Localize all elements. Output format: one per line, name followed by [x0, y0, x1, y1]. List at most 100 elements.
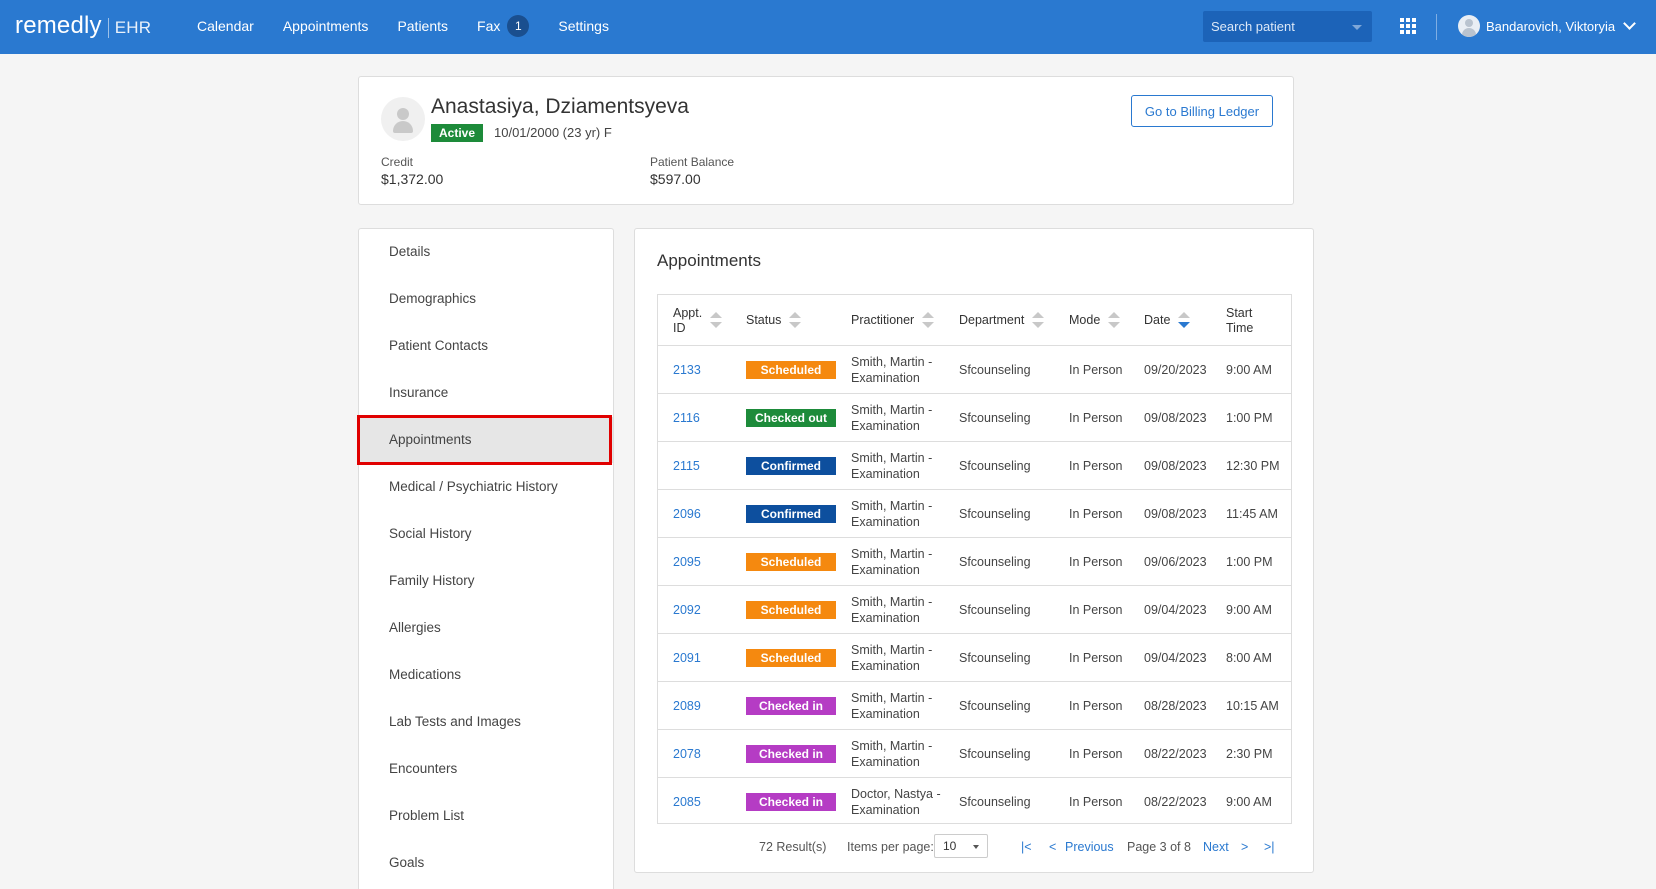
practitioner-cell: Smith, Martin - Examination	[851, 634, 932, 682]
department-cell: Sfcounseling	[959, 411, 1031, 425]
col-practitioner[interactable]: Practitioner	[851, 295, 935, 346]
appt-id-link[interactable]: 2078	[673, 730, 701, 778]
appt-id-link[interactable]: 2089	[673, 682, 701, 730]
patient-side-menu: Details Demographics Patient Contacts In…	[358, 228, 614, 889]
side-item-patient-contacts[interactable]: Patient Contacts	[359, 323, 613, 369]
first-page-button[interactable]: |<	[1021, 840, 1032, 854]
table-row[interactable]: 2089 Checked in Smith, Martin - Examination…	[658, 682, 1291, 730]
appt-id-link[interactable]: 2085	[673, 778, 701, 826]
col-appt-id-line2: ID	[673, 320, 686, 335]
nav-appointments[interactable]: Appointments	[283, 18, 369, 34]
start-time-cell: 12:30 PM	[1226, 459, 1280, 473]
side-item-demographics[interactable]: Demographics	[359, 276, 613, 322]
items-per-page-select[interactable]: 10	[934, 834, 988, 858]
col-date-label: Date	[1144, 313, 1171, 327]
practitioner-cell: Smith, Martin - Examination	[851, 442, 932, 490]
search-patient-input[interactable]: Search patient	[1203, 11, 1372, 42]
table-row[interactable]: 2116 Checked out Smith, Martin - Examinatio…	[658, 394, 1291, 442]
date-cell: 08/22/2023	[1144, 747, 1207, 761]
practitioner-name: Smith, Martin -	[851, 403, 933, 417]
practitioner-service: Examination	[851, 659, 920, 673]
credit-value: $1,372.00	[381, 171, 444, 187]
practitioner-service: Examination	[851, 371, 920, 385]
side-item-lab-tests-and-images[interactable]: Lab Tests and Images	[359, 699, 613, 745]
next-arrow-icon[interactable]: >	[1241, 840, 1248, 854]
status-cell: Confirmed	[746, 442, 836, 490]
previous-arrow-icon[interactable]: <	[1049, 840, 1056, 854]
nav-fax[interactable]: Fax 1	[477, 15, 530, 37]
col-appt-id[interactable]: Appt. ID	[673, 295, 723, 346]
table-row[interactable]: 2078 Checked in Smith, Martin - Examination…	[658, 730, 1291, 778]
side-item-medical-psychiatric-history[interactable]: Medical / Psychiatric History	[359, 464, 613, 510]
date-cell: 08/22/2023	[1144, 795, 1207, 809]
appt-id-link[interactable]: 2091	[673, 634, 701, 682]
table-row[interactable]: 2092 Scheduled Smith, Martin - Examination S…	[658, 586, 1291, 634]
table-row[interactable]: 2091 Scheduled Smith, Martin - Examination S…	[658, 634, 1291, 682]
sort-icon	[710, 311, 723, 330]
practitioner-service: Examination	[851, 563, 920, 577]
side-item-insurance[interactable]: Insurance	[359, 370, 613, 416]
side-item-family-history[interactable]: Family History	[359, 558, 613, 604]
appt-id-link[interactable]: 2116	[673, 394, 700, 442]
date-cell: 09/04/2023	[1144, 603, 1207, 617]
start-time-cell: 1:00 PM	[1226, 555, 1273, 569]
side-item-social-history[interactable]: Social History	[359, 511, 613, 557]
chevron-down-icon	[1623, 17, 1636, 30]
side-item-details[interactable]: Details	[359, 229, 613, 275]
side-item-goals[interactable]: Goals	[359, 840, 613, 886]
mode-cell: In Person	[1069, 363, 1123, 377]
col-status-label: Status	[746, 313, 782, 327]
appt-id-link[interactable]: 2092	[673, 586, 701, 634]
col-date[interactable]: Date	[1144, 295, 1191, 346]
start-time-cell: 9:00 AM	[1226, 363, 1272, 377]
status-badge: Checked in	[746, 697, 836, 715]
appt-id-link[interactable]: 2115	[673, 442, 700, 490]
side-item-medications[interactable]: Medications	[359, 652, 613, 698]
practitioner-cell: Smith, Martin - Examination	[851, 490, 932, 538]
user-name: Bandarovich, Viktoryia	[1486, 18, 1616, 34]
last-page-button[interactable]: >|	[1264, 840, 1275, 854]
next-page-button[interactable]: Next	[1203, 840, 1229, 854]
table-row[interactable]: 2133 Scheduled Smith, Martin - Examination S…	[658, 346, 1291, 394]
practitioner-service: Examination	[851, 803, 920, 817]
col-department[interactable]: Department	[959, 295, 1045, 346]
department-cell: Sfcounseling	[959, 603, 1031, 617]
apps-grid-icon[interactable]	[1400, 18, 1416, 34]
side-item-encounters[interactable]: Encounters	[359, 746, 613, 792]
start-time-cell: 11:45 AM	[1226, 507, 1278, 521]
go-to-billing-ledger-button[interactable]: Go to Billing Ledger	[1131, 95, 1273, 127]
appt-id-link[interactable]: 2095	[673, 538, 701, 586]
mode-cell: In Person	[1069, 699, 1123, 713]
select-caret-icon	[973, 845, 979, 849]
side-item-allergies[interactable]: Allergies	[359, 605, 613, 651]
col-mode[interactable]: Mode	[1069, 295, 1121, 346]
search-dropdown-caret-icon	[1352, 25, 1362, 30]
department-cell: Sfcounseling	[959, 363, 1031, 377]
nav-settings[interactable]: Settings	[558, 18, 609, 34]
practitioner-name: Smith, Martin -	[851, 355, 933, 369]
sort-icon	[789, 311, 802, 330]
appt-id-link[interactable]: 2096	[673, 490, 701, 538]
nav-calendar[interactable]: Calendar	[197, 18, 254, 34]
status-cell: Checked in	[746, 730, 836, 778]
col-start-time[interactable]: Start Time	[1226, 295, 1253, 346]
nav-patients[interactable]: Patients	[397, 18, 448, 34]
practitioner-cell: Doctor, Nastya - Examination	[851, 778, 941, 826]
table-row[interactable]: 2115 Confirmed Smith, Martin - Examination S…	[658, 442, 1291, 490]
col-mode-label: Mode	[1069, 313, 1101, 327]
previous-page-button[interactable]: Previous	[1065, 840, 1114, 854]
table-row[interactable]: 2085 Checked in Doctor, Nastya - Examinatio…	[658, 778, 1291, 826]
status-badge: Confirmed	[746, 457, 836, 475]
side-item-problem-list[interactable]: Problem List	[359, 793, 613, 839]
date-cell: 09/08/2023	[1144, 459, 1207, 473]
start-time-cell: 9:00 AM	[1226, 795, 1272, 809]
col-status[interactable]: Status	[746, 295, 802, 346]
patient-dob-info: 10/01/2000 (23 yr) F	[494, 125, 612, 140]
appt-id-link[interactable]: 2133	[673, 346, 701, 394]
table-row[interactable]: 2096 Confirmed Smith, Martin - Examination S…	[658, 490, 1291, 538]
user-menu[interactable]: Bandarovich, Viktoryia	[1458, 15, 1636, 37]
patient-name: Anastasiya, Dziamentsyeva	[431, 95, 689, 118]
table-row[interactable]: 2095 Scheduled Smith, Martin - Examination S…	[658, 538, 1291, 586]
practitioner-name: Smith, Martin -	[851, 595, 933, 609]
remedly-logo[interactable]: remedly EHR	[15, 12, 151, 40]
